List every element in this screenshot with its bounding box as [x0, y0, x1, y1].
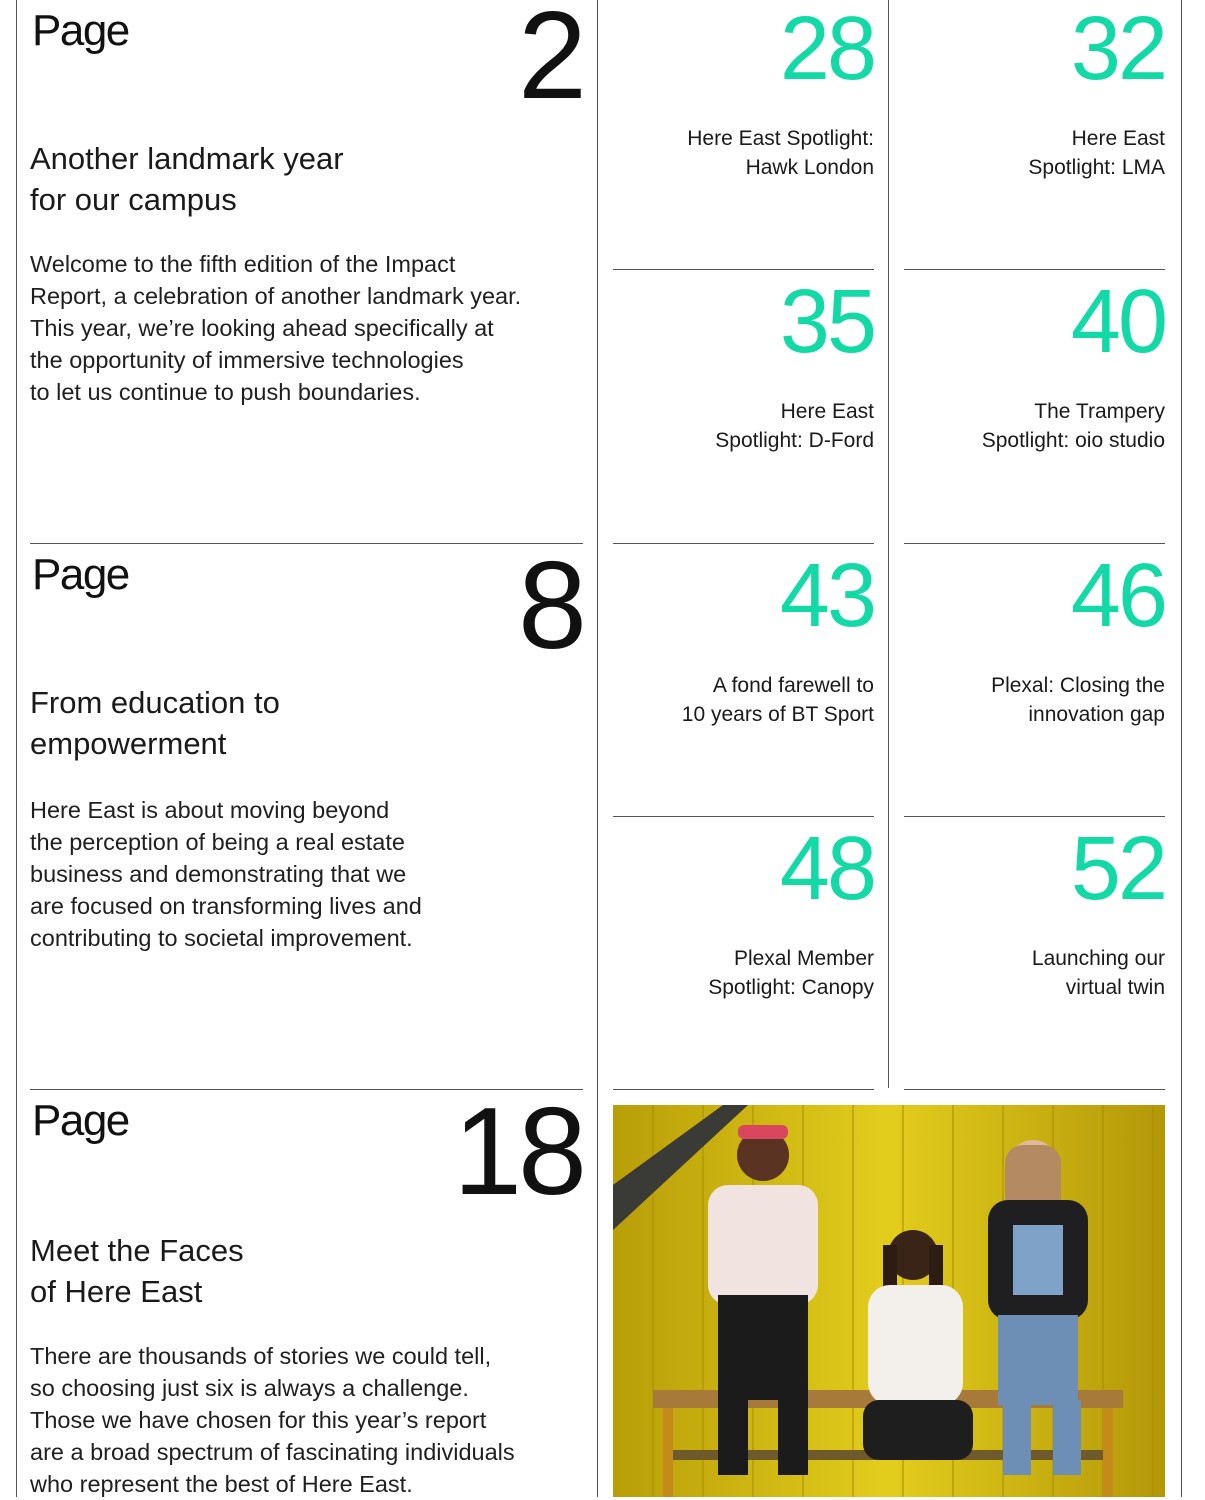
people-photo: [613, 1105, 1165, 1497]
grid-divider: [613, 269, 874, 270]
cell-label: Plexal: Closing the innovation gap: [991, 674, 1165, 726]
contents-cell-43[interactable]: 43 A fond farewell to 10 years of BT Spo…: [613, 546, 877, 807]
contents-entry-page-2[interactable]: Page 2 Another landmark year for our cam…: [30, 0, 587, 540]
contents-cell-52[interactable]: 52 Launching our virtual twin: [904, 819, 1168, 1080]
entry-title: Meet the Faces of Here East: [30, 1233, 244, 1309]
cell-label: Here East Spotlight: LMA: [1028, 127, 1165, 179]
cell-label: The Trampery Spotlight: oio studio: [981, 400, 1165, 452]
cell-label: Launching our virtual twin: [1031, 947, 1165, 999]
contents-cell-28[interactable]: 28 Here East Spotlight: Hawk London: [613, 0, 877, 260]
contents-cell-35[interactable]: 35 Here East Spotlight: D-Ford: [613, 272, 877, 533]
page-number: 18: [453, 1083, 587, 1221]
page-label: Page: [32, 6, 130, 55]
entry-title: Another landmark year for our campus: [30, 141, 344, 217]
entry-description: Here East is about moving beyond the per…: [30, 797, 422, 951]
contents-cell-32[interactable]: 32 Here East Spotlight: LMA: [904, 0, 1168, 260]
cell-page-number: 28: [779, 0, 877, 99]
page-label: Page: [32, 550, 130, 599]
cell-page-number: 43: [779, 546, 877, 646]
page-number: 8: [518, 537, 587, 675]
cell-page-number: 40: [1070, 272, 1168, 372]
grid-divider: [613, 543, 874, 544]
cell-page-number: 35: [779, 272, 877, 372]
photo-illustration: [613, 1105, 1165, 1497]
page-number: 2: [518, 0, 587, 125]
cell-label: A fond farewell to 10 years of BT Sport: [681, 674, 874, 726]
cell-page-number: 48: [779, 819, 877, 919]
center-divider-line: [597, 0, 598, 1497]
grid-divider: [613, 1089, 874, 1090]
entry-description: Welcome to the fifth edition of the Impa…: [30, 251, 522, 405]
cell-label: Plexal Member Spotlight: Canopy: [708, 947, 874, 999]
contents-cell-40[interactable]: 40 The Trampery Spotlight: oio studio: [904, 272, 1168, 533]
entry-title: From education to empowerment: [30, 685, 280, 761]
cell-label: Here East Spotlight: Hawk London: [687, 127, 874, 179]
right-border-line: [1181, 0, 1182, 1497]
grid-divider: [904, 1089, 1165, 1090]
page-label: Page: [32, 1096, 130, 1145]
cell-label: Here East Spotlight: D-Ford: [715, 400, 874, 452]
cell-page-number: 32: [1070, 0, 1168, 99]
contents-entry-page-18[interactable]: Page 18 Meet the Faces of Here East Ther…: [30, 1083, 587, 1497]
grid-divider: [904, 816, 1165, 817]
contents-entry-page-8[interactable]: Page 8 From education to empowerment Her…: [30, 537, 587, 1084]
contents-cell-46[interactable]: 46 Plexal: Closing the innovation gap: [904, 546, 1168, 807]
cell-page-number: 46: [1070, 546, 1168, 646]
grid-divider: [904, 269, 1165, 270]
grid-column-divider: [888, 0, 889, 1088]
grid-divider: [904, 543, 1165, 544]
contents-cell-48[interactable]: 48 Plexal Member Spotlight: Canopy: [613, 819, 877, 1080]
cell-page-number: 52: [1070, 819, 1168, 919]
grid-divider: [613, 816, 874, 817]
entry-description: There are thousands of stories we could …: [30, 1343, 515, 1497]
left-border-line: [16, 0, 17, 1497]
